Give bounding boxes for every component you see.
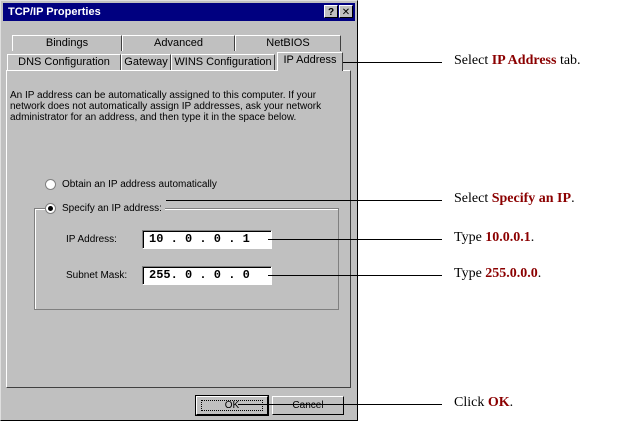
callout-line-ip xyxy=(268,239,442,240)
tab-dns-configuration[interactable]: DNS Configuration xyxy=(7,54,121,70)
cancel-button-label: Cancel xyxy=(292,400,324,411)
obtain-automatically-option[interactable]: Obtain an IP address automatically xyxy=(45,177,217,191)
callout-line-specify xyxy=(166,200,442,201)
help-button[interactable]: ? xyxy=(324,5,338,18)
callout-line-tab xyxy=(336,62,442,63)
tab-wins-configuration[interactable]: WINS Configuration xyxy=(171,54,275,70)
title-bar[interactable]: TCP/IP Properties ? ✕ xyxy=(3,3,355,21)
tab-gateway[interactable]: Gateway xyxy=(121,54,171,70)
callout-line-ok xyxy=(238,404,442,405)
callout-line-mask xyxy=(268,275,442,276)
obtain-label: Obtain an IP address automatically xyxy=(62,178,217,190)
tab-advanced[interactable]: Advanced xyxy=(122,35,235,51)
specify-ip-group xyxy=(34,208,339,310)
subnet-mask-input[interactable]: 255. 0 . 0 . 0 xyxy=(142,266,272,285)
specify-ip-option[interactable]: Specify an IP address: xyxy=(45,201,165,215)
specify-radio[interactable] xyxy=(45,202,56,214)
ip-address-label: IP Address: xyxy=(66,234,117,245)
specify-label: Specify an IP address: xyxy=(62,202,162,214)
ip-address-input[interactable]: 10 . 0 . 0 . 1 xyxy=(142,230,272,249)
focus-ring xyxy=(201,400,263,411)
cancel-button[interactable]: Cancel xyxy=(272,396,344,415)
description-text: An IP address can be automatically assig… xyxy=(10,90,322,123)
callout-select-ip-address-tab: Select IP Address tab. xyxy=(454,53,581,68)
subnet-mask-label: Subnet Mask: xyxy=(66,270,128,281)
ok-button[interactable]: OK xyxy=(195,395,269,416)
tab-bindings[interactable]: Bindings xyxy=(12,35,122,51)
callout-select-specify-ip: Select Specify an IP. xyxy=(454,191,575,206)
tab-netbios[interactable]: NetBIOS xyxy=(235,35,341,51)
tab-ip-address[interactable]: IP Address xyxy=(277,52,343,71)
obtain-radio[interactable] xyxy=(45,178,56,190)
callout-type-ip: Type 10.0.0.1. xyxy=(454,230,535,245)
dialog-title: TCP/IP Properties xyxy=(8,6,101,18)
callout-click-ok: Click OK. xyxy=(454,395,514,410)
callout-type-mask: Type 255.0.0.0. xyxy=(454,266,542,281)
tcpip-properties-dialog: TCP/IP Properties ? ✕ Bindings Advanced … xyxy=(0,0,358,421)
close-button[interactable]: ✕ xyxy=(339,5,353,18)
